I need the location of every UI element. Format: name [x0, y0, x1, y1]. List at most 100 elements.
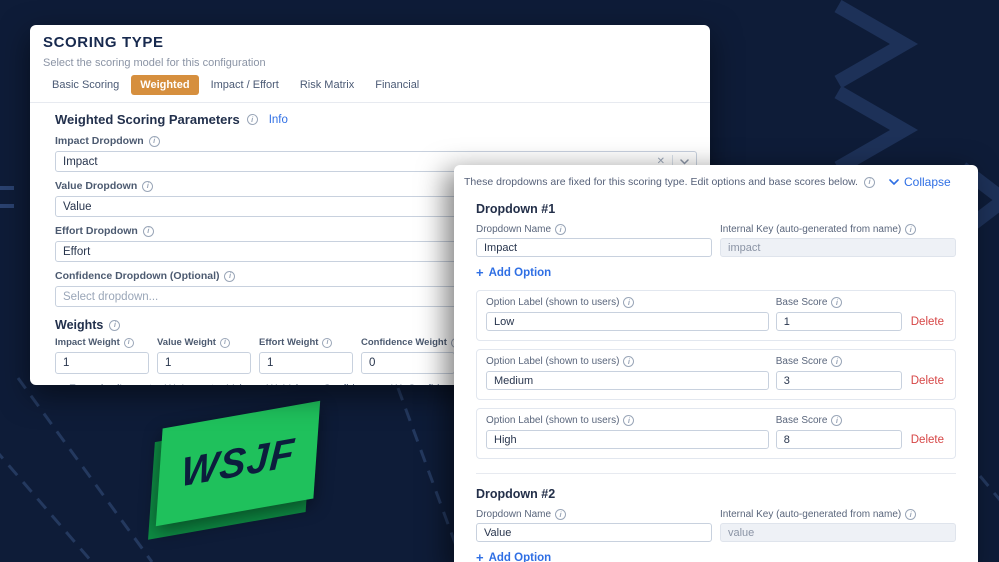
- option-label-label: Option Label (shown to users) i: [486, 356, 769, 367]
- info-icon: i: [623, 297, 635, 308]
- chevron-right-icon: [834, 85, 919, 175]
- dropdown-1-heading: Dropdown #1: [476, 202, 556, 216]
- weight-label: Effort Weight: [259, 337, 319, 348]
- info-icon: i: [905, 509, 917, 520]
- info-icon: i: [831, 415, 843, 426]
- impact-weight-input[interactable]: [55, 352, 149, 374]
- base-score-input[interactable]: [775, 371, 902, 390]
- option-row: Option Label (shown to users)i Base Scor…: [476, 290, 956, 341]
- info-icon: i: [109, 319, 121, 331]
- weights-title: Weights: [55, 318, 104, 332]
- option-label-input[interactable]: [486, 312, 769, 331]
- option-label-input[interactable]: [486, 371, 769, 390]
- delete-option-button[interactable]: Delete: [909, 375, 946, 390]
- dashed-line: [0, 452, 94, 562]
- wsjf-ticket-text: WSJF: [179, 430, 297, 496]
- delete-option-button[interactable]: Delete: [909, 434, 946, 449]
- chevron-down-icon: [680, 158, 689, 165]
- info-link[interactable]: Info: [269, 114, 288, 126]
- dropdown-2-name-input[interactable]: [476, 523, 712, 542]
- info-icon: i: [148, 135, 160, 147]
- collapse-label: Collapse: [903, 175, 951, 189]
- add-option-button[interactable]: + Add Option: [476, 551, 551, 562]
- selected-value: Value: [63, 200, 92, 213]
- dropdown-1-key-input: [720, 238, 956, 257]
- base-score-label: Base Score i: [776, 297, 902, 308]
- divider: [476, 473, 956, 474]
- selected-value: Effort: [63, 245, 91, 258]
- effort-weight-input[interactable]: [259, 352, 353, 374]
- base-score-input[interactable]: [775, 430, 902, 449]
- selected-value: Impact: [63, 155, 98, 168]
- chevron-down-icon: [889, 179, 899, 185]
- base-score-label: Base Score i: [776, 415, 902, 426]
- option-row: Option Label (shown to users)i Base Scor…: [476, 408, 956, 459]
- tab-financial[interactable]: Financial: [366, 75, 428, 95]
- info-icon: i: [863, 176, 875, 188]
- chevron-right-icon: [834, 0, 919, 89]
- dropdown-name-label: Dropdown Name i: [476, 509, 712, 520]
- dropdown-2-key-input: [720, 523, 956, 542]
- scoring-type-tabs: Basic Scoring Weighted Impact / Effort R…: [43, 75, 697, 95]
- info-icon: i: [831, 356, 843, 367]
- add-option-label: Add Option: [488, 551, 552, 562]
- impact-weight-field: Impact Weight i: [55, 337, 149, 374]
- info-icon: i: [555, 224, 567, 235]
- panel-header: SCORING TYPE Select the scoring model fo…: [30, 25, 710, 95]
- weight-label: Value Weight: [157, 337, 216, 348]
- dropdown-name-label: Dropdown Name i: [476, 224, 712, 235]
- dashed-line: [396, 387, 464, 562]
- add-option-button[interactable]: + Add Option: [476, 266, 551, 279]
- tab-risk-matrix[interactable]: Risk Matrix: [291, 75, 363, 95]
- option-row: Option Label (shown to users)i Base Scor…: [476, 349, 956, 400]
- page-subtitle: Select the scoring model for this config…: [43, 57, 266, 69]
- value-weight-field: Value Weight i: [157, 337, 251, 374]
- option-label-label: Option Label (shown to users) i: [486, 297, 769, 308]
- info-icon: i: [322, 337, 333, 348]
- info-icon: i: [555, 509, 567, 520]
- weight-label: Confidence Weight: [361, 337, 447, 348]
- option-label-input[interactable]: [486, 430, 769, 449]
- info-icon: i: [219, 337, 230, 348]
- effort-weight-field: Effort Weight i: [259, 337, 353, 374]
- tab-weighted[interactable]: Weighted: [131, 75, 199, 95]
- info-icon: i: [905, 224, 917, 235]
- option-label-label: Option Label (shown to users) i: [486, 415, 769, 426]
- impact-dropdown-label: Impact Dropdown i: [55, 135, 697, 147]
- field-label-text: Confidence Dropdown (Optional): [55, 270, 220, 282]
- info-icon: i: [623, 356, 635, 367]
- tab-basic-scoring[interactable]: Basic Scoring: [43, 75, 128, 95]
- dashed-line: [978, 475, 999, 502]
- delete-option-button[interactable]: Delete: [909, 316, 946, 331]
- weight-label: Impact Weight: [55, 337, 120, 348]
- confidence-weight-input[interactable]: [361, 352, 455, 374]
- dropdown-1-section: Dropdown #1 Dropdown Namei Internal Key …: [454, 202, 978, 474]
- base-score-input[interactable]: [775, 312, 902, 331]
- plus-icon: +: [476, 265, 484, 280]
- info-icon: i: [142, 180, 154, 192]
- base-score-label: Base Score i: [776, 356, 902, 367]
- dropdown-1-name-input[interactable]: [476, 238, 712, 257]
- dashed-line: [16, 377, 154, 562]
- screen: WSJF SCORING TYPE Select the scoring mod…: [0, 0, 999, 562]
- info-icon: i: [224, 270, 236, 282]
- info-icon: i: [246, 114, 258, 125]
- info-icon: i: [123, 337, 134, 348]
- collapse-button[interactable]: Collapse: [889, 175, 951, 189]
- internal-key-label: Internal Key (auto-generated from name) i: [720, 224, 956, 235]
- info-icon: i: [623, 415, 635, 426]
- info-icon: i: [142, 225, 154, 237]
- plus-icon: +: [476, 550, 484, 562]
- confidence-weight-field: Confidence Weighti: [361, 337, 461, 374]
- editor-header: These dropdowns are fixed for this scori…: [454, 165, 978, 189]
- dropdown-editor-panel: These dropdowns are fixed for this scori…: [454, 165, 978, 562]
- value-weight-input[interactable]: [157, 352, 251, 374]
- placeholder-value: Select dropdown...: [63, 290, 159, 303]
- field-label-text: Value Dropdown: [55, 180, 138, 192]
- field-label-text: Effort Dropdown: [55, 225, 138, 237]
- info-icon: i: [831, 297, 843, 308]
- page-title: SCORING TYPE: [43, 34, 164, 51]
- section-title: Weighted Scoring Parameters: [55, 112, 240, 127]
- dropdown-2-section: Dropdown #2 Dropdown Namei Internal Key …: [454, 487, 978, 562]
- tab-impact-effort[interactable]: Impact / Effort: [202, 75, 288, 95]
